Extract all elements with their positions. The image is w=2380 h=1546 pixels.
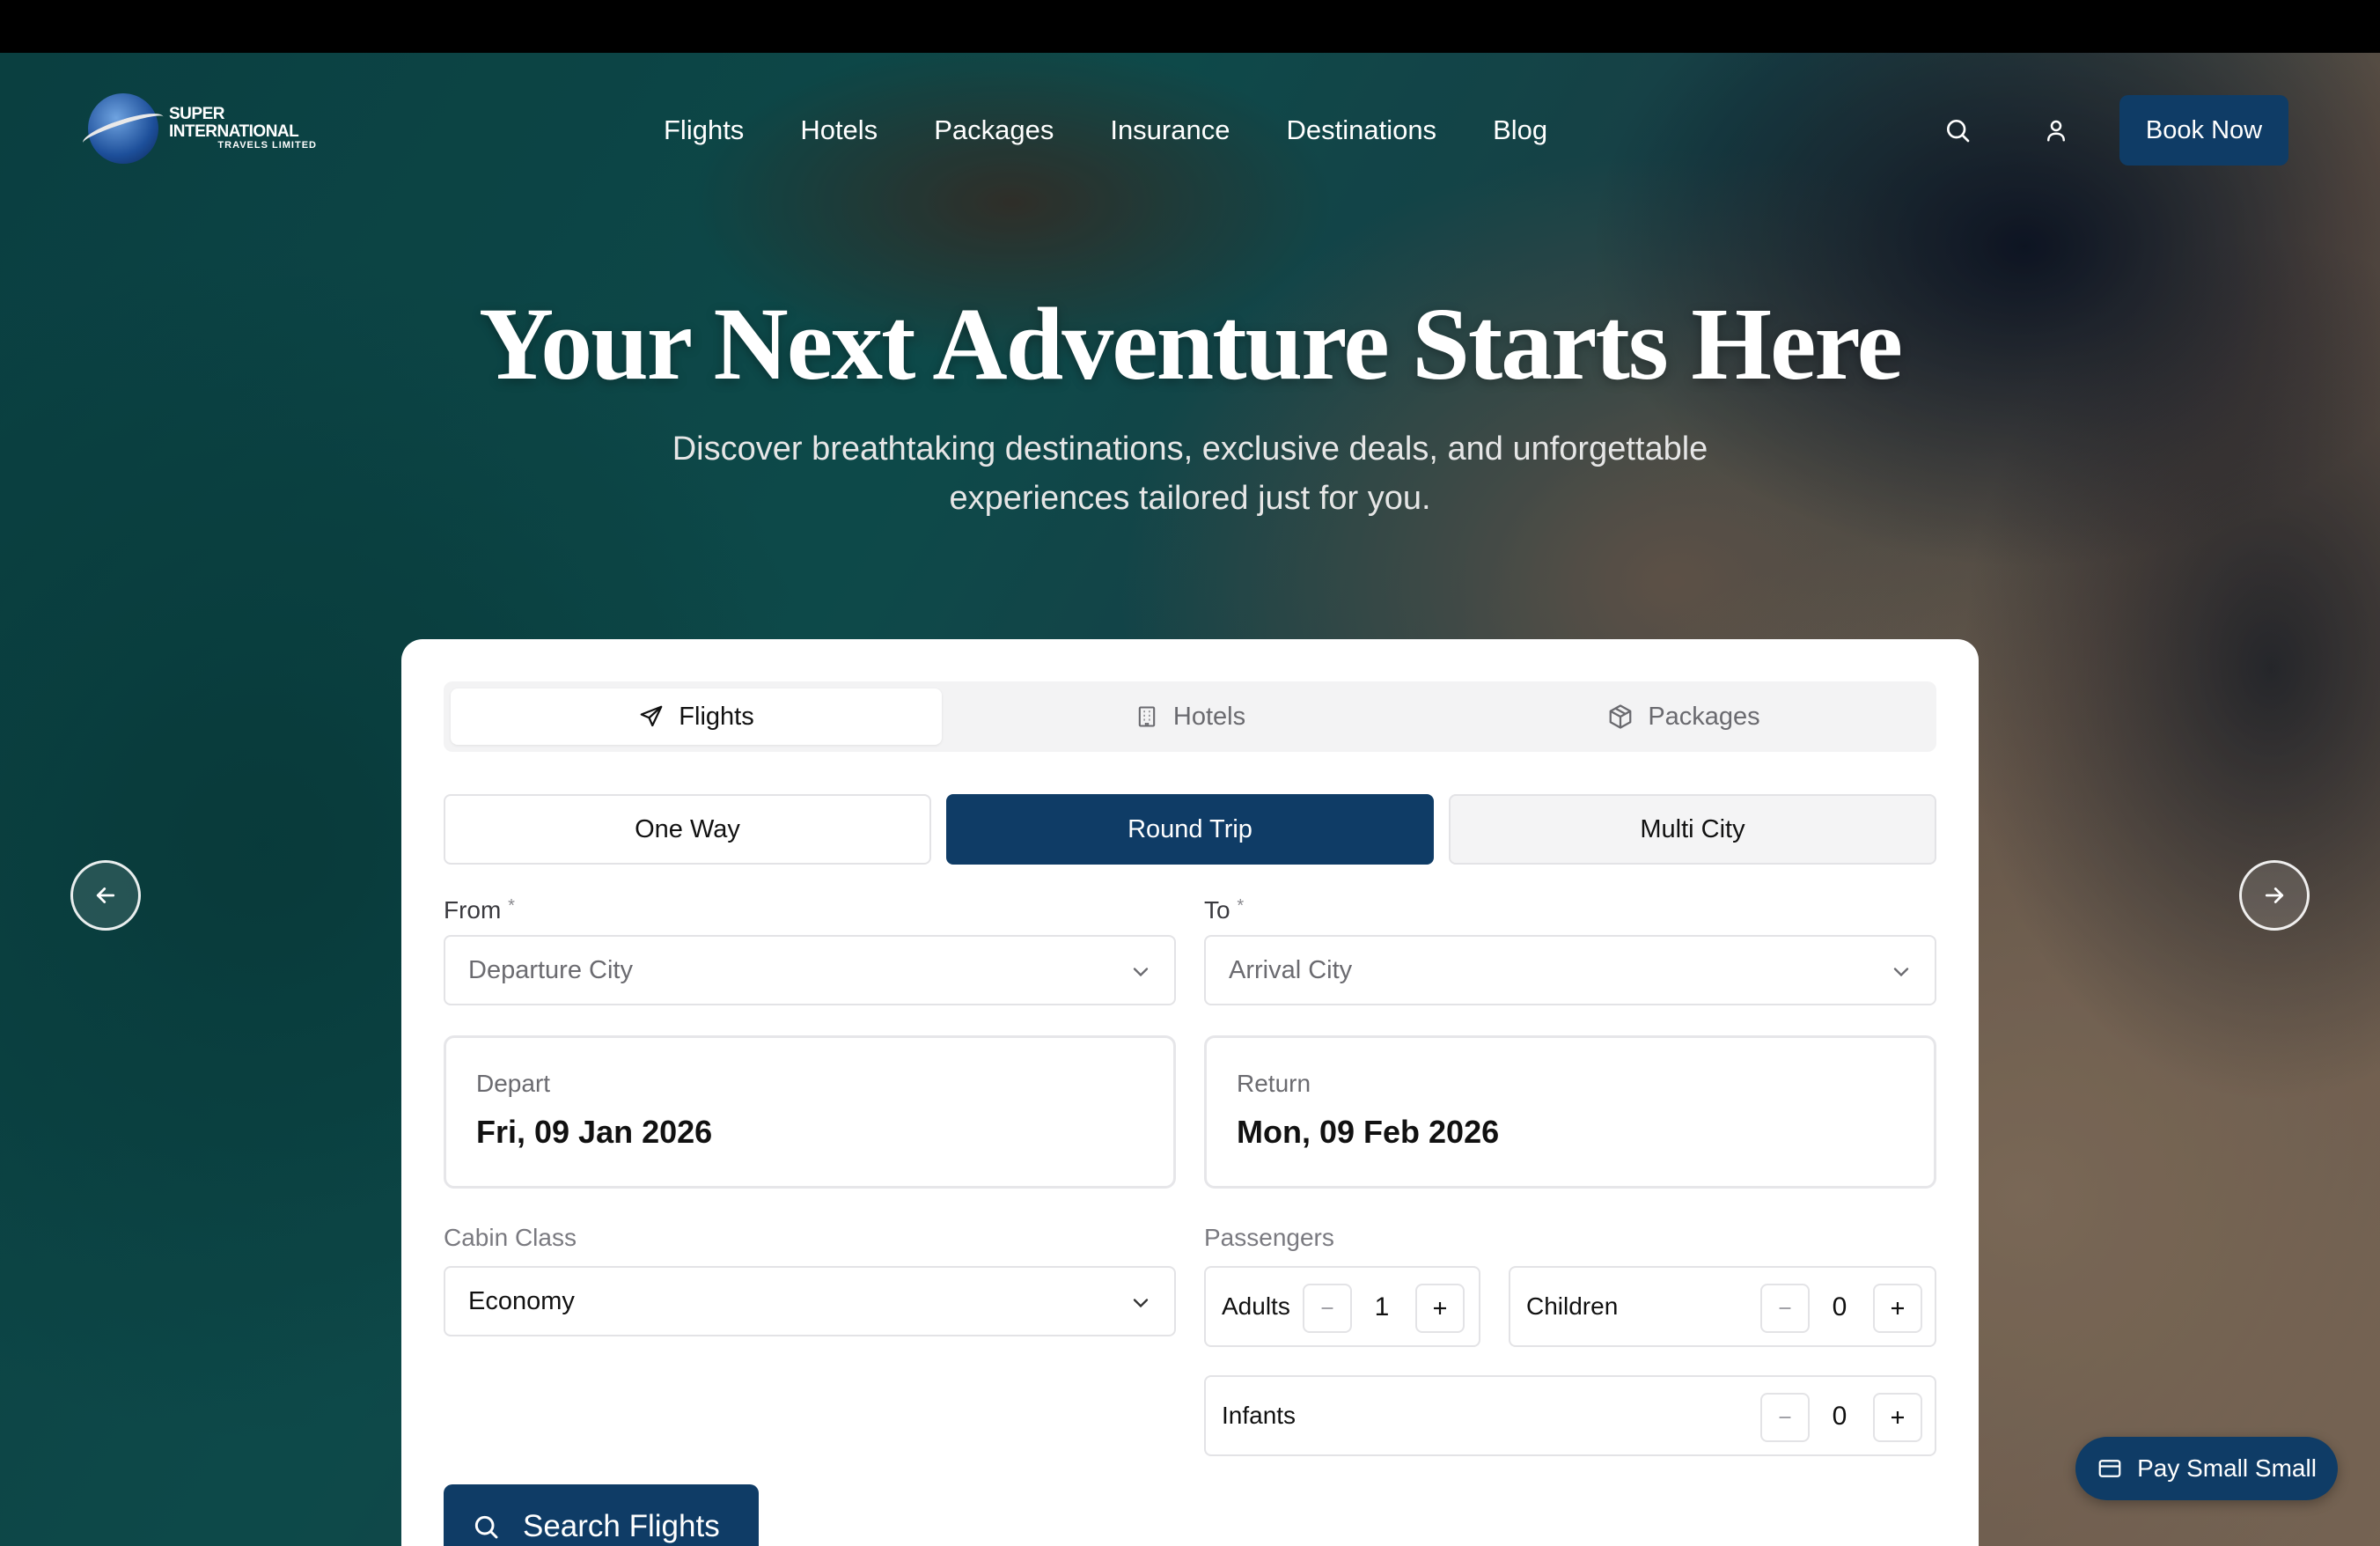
children-increment-button[interactable]	[1873, 1284, 1922, 1333]
from-placeholder: Departure City	[468, 955, 633, 984]
infants-stepper: Infants 0	[1204, 1375, 1936, 1456]
adults-stepper: Adults 1	[1204, 1266, 1480, 1347]
book-now-button[interactable]: Book Now	[2119, 95, 2288, 166]
tab-flights-label: Flights	[679, 702, 754, 731]
passengers-label: Passengers	[1204, 1224, 1334, 1251]
to-required-mark: *	[1237, 896, 1245, 916]
arrow-right-icon	[2265, 887, 2284, 903]
site-header: SUPER INTERNATIONAL TRAVELS LIMITED Flig…	[0, 53, 2380, 208]
hero-subtitle: Discover breathtaking destinations, excl…	[672, 431, 1708, 517]
package-icon	[1609, 704, 1632, 729]
adults-increment-button[interactable]	[1415, 1284, 1465, 1333]
infants-increment-button[interactable]	[1873, 1393, 1922, 1442]
plus-icon	[1434, 1302, 1446, 1314]
carousel-next-button[interactable]	[2239, 860, 2310, 931]
search-icon[interactable]	[1938, 111, 1977, 150]
return-label: Return	[1237, 1070, 1311, 1097]
infants-decrement-button[interactable]	[1760, 1393, 1810, 1442]
to-label: To *	[1204, 896, 1244, 924]
minus-icon	[1779, 1417, 1791, 1418]
pay-small-small-button[interactable]: Pay Small Small	[2075, 1437, 2338, 1500]
depart-value: Fri, 09 Jan 2026	[476, 1114, 713, 1150]
tab-hotels-label: Hotels	[1172, 702, 1246, 731]
pay-small-small-label: Pay Small Small	[2137, 1454, 2317, 1482]
credit-card-icon	[2098, 1460, 2121, 1477]
from-label-text: From	[444, 896, 502, 924]
to-label-text: To	[1204, 896, 1230, 924]
trip-round-trip-button[interactable]: Round Trip	[946, 794, 1434, 865]
cabin-class-label: Cabin Class	[444, 1224, 577, 1251]
minus-icon	[1321, 1307, 1333, 1309]
depart-label: Depart	[476, 1070, 551, 1097]
building-icon	[1138, 706, 1156, 727]
brand-name-line2: TRAVELS LIMITED	[217, 140, 317, 151]
trip-multi-city-button[interactable]: Multi City	[1449, 794, 1936, 865]
return-value: Mon, 09 Feb 2026	[1237, 1114, 1500, 1150]
return-date-picker[interactable]: Return Mon, 09 Feb 2026	[1204, 1035, 1936, 1189]
to-placeholder: Arrival City	[1229, 955, 1353, 984]
arrow-left-icon	[96, 887, 115, 903]
adults-decrement-button[interactable]	[1303, 1284, 1352, 1333]
user-icon[interactable]	[2037, 111, 2075, 150]
search-flights-button[interactable]: Search Flights	[444, 1484, 759, 1546]
nav-link-destinations[interactable]: Destinations	[1286, 113, 1436, 148]
brand-logo[interactable]: SUPER INTERNATIONAL TRAVELS LIMITED	[88, 92, 317, 166]
cabin-class-select[interactable]: Economy	[444, 1266, 1176, 1336]
adults-label: Adults	[1222, 1292, 1290, 1320]
adults-value: 1	[1374, 1292, 1390, 1321]
children-value: 0	[1832, 1292, 1847, 1321]
tab-packages-label: Packages	[1648, 702, 1760, 731]
chevron-down-icon	[1133, 968, 1149, 977]
globe-logo-icon	[88, 93, 158, 164]
brand-name: SUPER INTERNATIONAL TRAVELS LIMITED	[169, 106, 317, 151]
main-menu: Flights Hotels Packages Insurance Destin…	[664, 113, 1547, 148]
browser-top-bar	[0, 0, 2380, 53]
plus-icon	[1892, 1411, 1904, 1424]
cabin-class-value: Economy	[468, 1286, 575, 1315]
from-select[interactable]: Departure City	[444, 935, 1176, 1005]
nav-link-packages[interactable]: Packages	[934, 113, 1054, 148]
children-decrement-button[interactable]	[1760, 1284, 1810, 1333]
to-select[interactable]: Arrival City	[1204, 935, 1936, 1005]
nav-link-hotels[interactable]: Hotels	[800, 113, 878, 148]
chevron-down-icon	[1893, 968, 1909, 977]
hero-title: Your Next Adventure Starts Here	[478, 286, 1903, 401]
tab-flights[interactable]: Flights	[451, 688, 942, 745]
tab-packages[interactable]: Packages	[1438, 688, 1929, 745]
plus-icon	[1892, 1302, 1904, 1314]
search-card: Flights Hotels Packages One Way Round Tr…	[401, 639, 1979, 1546]
nav-link-blog[interactable]: Blog	[1493, 113, 1547, 148]
brand-name-line1: SUPER INTERNATIONAL	[169, 105, 299, 142]
children-stepper: Children 0	[1509, 1266, 1936, 1347]
trip-one-way-button[interactable]: One Way	[444, 794, 931, 865]
minus-icon	[1779, 1307, 1791, 1309]
search-flights-label: Search Flights	[523, 1509, 720, 1543]
depart-date-picker[interactable]: Depart Fri, 09 Jan 2026	[444, 1035, 1176, 1189]
search-icon	[474, 1515, 498, 1539]
carousel-prev-button[interactable]	[70, 860, 141, 931]
children-label: Children	[1526, 1292, 1619, 1320]
search-tabs: Flights Hotels Packages	[444, 681, 1936, 752]
nav-link-flights[interactable]: Flights	[664, 113, 744, 148]
infants-value: 0	[1832, 1402, 1847, 1431]
infants-label: Infants	[1222, 1402, 1297, 1429]
plane-icon	[640, 705, 663, 727]
from-required-mark: *	[508, 896, 515, 916]
chevron-down-icon	[1133, 1299, 1149, 1308]
tab-hotels[interactable]: Hotels	[944, 688, 1436, 745]
from-label: From *	[444, 896, 515, 924]
nav-link-insurance[interactable]: Insurance	[1110, 113, 1230, 148]
